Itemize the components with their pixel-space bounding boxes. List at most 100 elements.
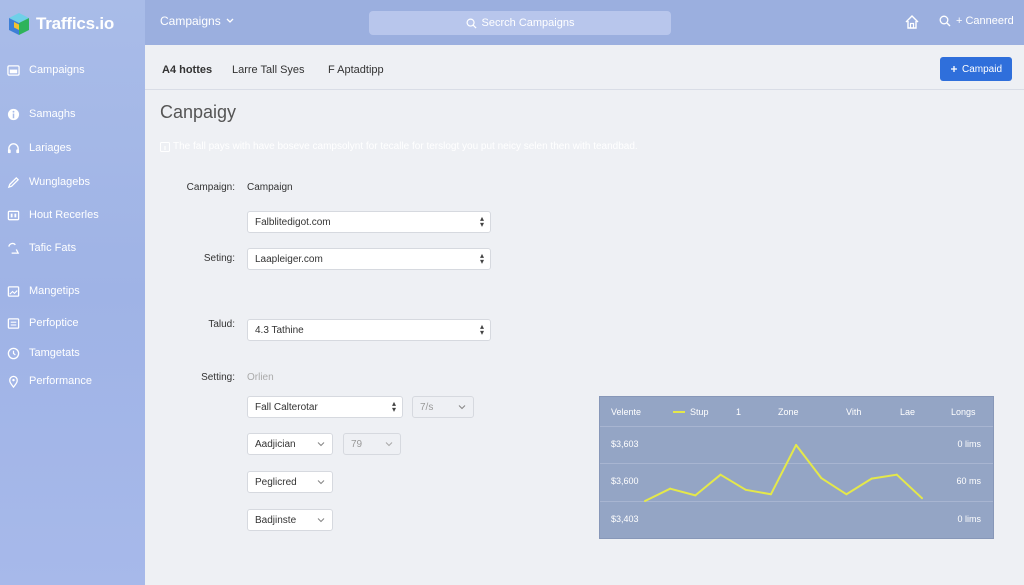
setting2-value: Orlien [247, 372, 274, 383]
page-title: Canpaigy [160, 102, 237, 122]
chart-plot [644, 444, 923, 502]
app-logo[interactable]: Traffics.io [8, 10, 114, 38]
sidebar-item-mangetips[interactable]: Mangetips [6, 280, 141, 302]
series-line-stup [644, 444, 923, 502]
sidebar-item-label: Lariages [29, 142, 72, 154]
sidebar-item-lariages[interactable]: Lariages [6, 137, 141, 159]
info-icon [6, 107, 20, 121]
pen-icon [6, 175, 20, 189]
data-point [744, 488, 747, 491]
account-label: + Canneerd [956, 15, 1014, 27]
count-select-value: 79 [351, 438, 363, 450]
data-point [644, 500, 646, 502]
sort-arrows-icon: ▴ ▾ [479, 251, 484, 266]
sidebar-item-label: Tafic Fats [29, 242, 77, 254]
talud-select[interactable]: 4.3 Tathine ▴ ▾ [247, 319, 491, 341]
sidebar-item-tafic-fats[interactable]: Tafic Fats [6, 237, 141, 259]
sidebar-item-label: Mangetips [29, 285, 80, 297]
plus-icon [950, 66, 957, 72]
rate-select-value: 7/s [420, 401, 434, 413]
tab-larre-tall-syes[interactable]: Larre Tall Syes [232, 64, 305, 76]
data-point [870, 477, 873, 480]
tab-f-aptadtipp[interactable]: F Aptadtipp [328, 64, 384, 76]
sort-arrows-icon: ▴ ▾ [479, 322, 484, 337]
clock-icon [6, 346, 20, 360]
info-icon [160, 141, 170, 152]
data-point [769, 493, 772, 496]
sidebar-item-label: Performance [29, 375, 92, 387]
aadjician-select-value: Aadjician [255, 438, 296, 450]
search-icon [466, 18, 477, 29]
setting-label: Seting: [203, 253, 235, 264]
sidebar-item-label: Campaigns [29, 64, 85, 76]
chevron-down-icon [458, 405, 466, 410]
data-point [694, 494, 697, 497]
account-menu[interactable]: + Canneerd [939, 15, 1014, 27]
setting-select-value: Laapleiger.com [255, 253, 323, 265]
domain-select[interactable]: Falblitedigot.com ▴ ▾ [247, 211, 491, 233]
data-point [845, 493, 848, 496]
sidebar-item-label: Perfoptice [29, 317, 79, 329]
sidebar-item-label: Tamgetats [29, 347, 80, 359]
image-icon [6, 284, 20, 298]
sidebar-item-tamgetats[interactable]: Tamgetats [6, 342, 141, 364]
campaigns-menu[interactable]: Campaigns [160, 14, 234, 28]
cube-logo-icon [8, 12, 30, 36]
list-icon [6, 316, 20, 330]
badjinste-select[interactable]: Badjinste [247, 509, 333, 531]
tab-a4-hottes[interactable]: A4 hottes [162, 64, 212, 76]
top-bar: Campaigns Secrch Campaigns + Canneerd [145, 0, 1024, 45]
peglicred-select[interactable]: Peglicred [247, 471, 333, 493]
data-point [795, 444, 798, 446]
talud-label: Talud: [208, 319, 235, 330]
sidebar: Traffics.io Campaigns Samaghs Lariages W… [0, 0, 145, 585]
setting-select[interactable]: Laapleiger.com ▴ ▾ [247, 248, 491, 270]
sidebar-item-campaigns[interactable]: Campaigns [6, 59, 141, 81]
chevron-down-icon [385, 442, 393, 447]
sort-arrows-icon: ▴ ▾ [391, 399, 396, 414]
sidebar-item-label: Samaghs [29, 108, 76, 120]
sidebar-item-samaghs[interactable]: Samaghs [6, 103, 141, 125]
traffic-icon [6, 241, 20, 255]
tab-bar: A4 hottes Larre Tall Syes F Aptadtipp Ca… [145, 45, 1024, 90]
rate-select[interactable]: 7/s [412, 396, 474, 418]
campaign-label: Campaign: [186, 182, 235, 193]
sidebar-item-performance[interactable]: Performance [6, 370, 141, 392]
server-icon [6, 208, 20, 222]
headphones-icon [6, 141, 20, 155]
campaign-button-label: Campaid [961, 63, 1003, 75]
chevron-down-icon [317, 518, 325, 523]
app-name: Traffics.io [36, 14, 115, 33]
hint-text: The fall pays with have boseve campsolyn… [160, 141, 638, 152]
sidebar-item-perfoptice[interactable]: Perfoptice [6, 312, 141, 334]
chevron-down-icon [317, 442, 325, 447]
sidebar-item-hout-recerles[interactable]: Hout Recerles [6, 204, 141, 226]
home-icon[interactable] [904, 14, 920, 30]
search-input[interactable]: Secrch Campaigns [369, 11, 671, 35]
sidebar-item-label: Hout Recerles [29, 209, 99, 221]
sidebar-item-wunglagebs[interactable]: Wunglagebs [6, 171, 141, 193]
count-select[interactable]: 79 [343, 433, 401, 455]
search-icon [939, 15, 951, 27]
campaign-button[interactable]: Campaid [940, 57, 1012, 81]
data-point [895, 473, 898, 476]
talud-select-value: 4.3 Tathine [255, 324, 304, 336]
chevron-down-icon [317, 480, 325, 485]
chevron-down-icon [226, 18, 234, 23]
campaigns-menu-label: Campaigns [160, 14, 221, 28]
setting2-label: Setting: [201, 372, 235, 383]
aadjician-select[interactable]: Aadjician [247, 433, 333, 455]
sort-arrows-icon: ▴ ▾ [479, 214, 484, 229]
data-point [669, 487, 672, 490]
traffic-chart: Velente Stup 1 Zone Vith Lae Longs $3,60… [599, 396, 994, 539]
data-point [719, 473, 722, 476]
campaign-value: Campaign [247, 182, 293, 193]
dashboard-icon [6, 63, 20, 77]
hint-label: The fall pays with have boseve campsolyn… [173, 141, 638, 152]
calterotar-select[interactable]: Fall Calterotar ▴ ▾ [247, 396, 403, 418]
location-icon [6, 374, 20, 388]
calterotar-select-value: Fall Calterotar [255, 401, 318, 413]
domain-select-value: Falblitedigot.com [255, 216, 331, 228]
badjinste-select-value: Badjinste [255, 514, 297, 526]
peglicred-select-value: Peglicred [255, 476, 297, 488]
